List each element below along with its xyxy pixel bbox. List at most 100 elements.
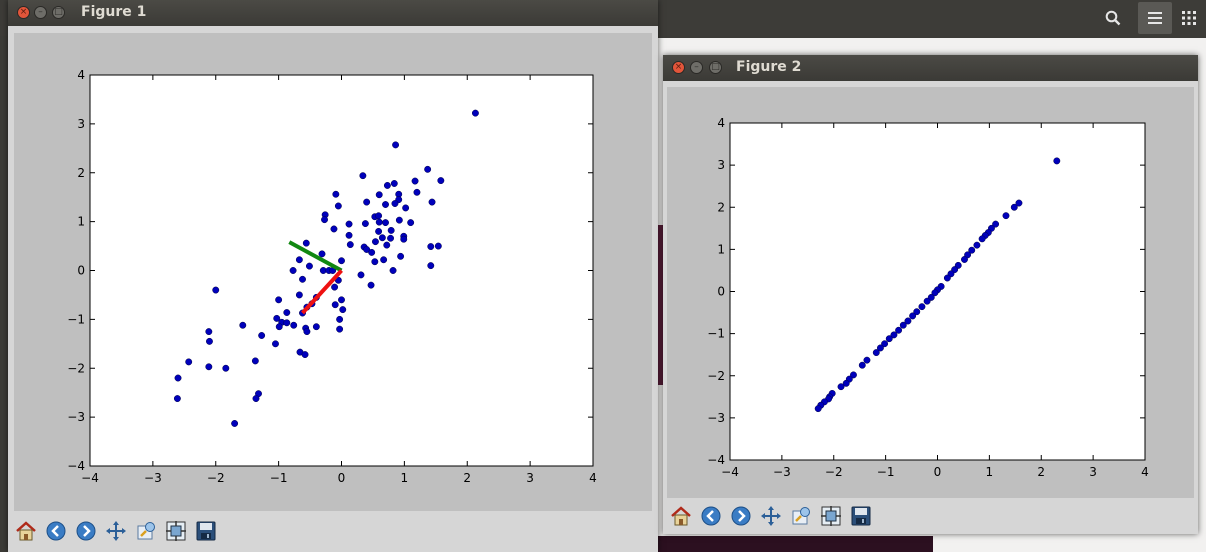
scatter-point [346, 241, 354, 249]
scatter-point [299, 275, 306, 283]
scatter-point [372, 238, 379, 246]
scatter-point [434, 242, 442, 250]
scatter-point [318, 250, 326, 258]
scatter-point [437, 177, 445, 185]
figure1-toolbar [10, 516, 656, 550]
scatter-point [359, 172, 367, 180]
maximize-icon[interactable]: □ [709, 61, 722, 74]
scatter-point [272, 340, 279, 348]
scatter-point [382, 219, 389, 227]
scatter-point [428, 198, 436, 206]
scatter-point [345, 231, 353, 239]
scatter-point [338, 296, 345, 304]
scatter-point [885, 335, 893, 343]
scatter-point [368, 248, 376, 256]
y-tick-label: −4 [67, 459, 85, 473]
y-tick-label: −2 [67, 361, 85, 375]
scatter-point [367, 281, 375, 289]
y-tick-label: −1 [67, 312, 85, 326]
subplots-button[interactable] [162, 519, 190, 547]
forward-icon [730, 505, 752, 531]
scatter-point [321, 216, 328, 224]
scatter-point [978, 235, 986, 243]
scatter-point [375, 212, 383, 220]
x-tick-label: −2 [207, 471, 225, 485]
figure2-canvas[interactable]: −4 −3 −2 −1 0 1 2 3 4 −4 −3 −2 −1 0 1 2 3 4 [667, 87, 1194, 498]
x-tick-label: −1 [877, 465, 895, 479]
apps-icon[interactable] [1172, 2, 1206, 34]
scatter-point [205, 363, 213, 371]
save-button[interactable] [192, 519, 220, 547]
y-tick-label: 3 [77, 117, 85, 131]
scatter-point [407, 219, 415, 227]
home-button[interactable] [667, 504, 695, 532]
zoom-button[interactable] [787, 504, 815, 532]
scatter-point [380, 256, 388, 264]
scatter-point [397, 252, 405, 260]
figure1-titlebar[interactable]: × – □ Figure 1 [8, 0, 658, 26]
figure2-toolbar [665, 502, 1198, 534]
x-tick-label: −3 [773, 465, 791, 479]
scatter-point [395, 216, 403, 224]
scatter-point [375, 191, 383, 199]
x-tick-label: 4 [1141, 465, 1149, 479]
scatter-point [375, 218, 383, 226]
scatter-point [371, 258, 379, 266]
forward-button[interactable] [72, 519, 100, 547]
pan-button[interactable] [102, 519, 130, 547]
scatter-point [258, 332, 266, 339]
scatter-point [389, 267, 397, 274]
scatter-point [295, 256, 303, 264]
scatter-point [336, 325, 344, 333]
scatter-point [923, 297, 931, 305]
figure1-chart: −4 −3 −2 −1 0 1 2 3 4 −4 −3 −2 −1 0 1 2 3 4 [67, 68, 597, 485]
save-icon [195, 520, 217, 546]
scatter-point [305, 262, 313, 270]
x-tick-label: 0 [338, 471, 346, 485]
y-tick-label: 0 [717, 285, 725, 299]
scatter-point [295, 291, 303, 299]
y-tick-label: 4 [77, 68, 85, 82]
y-tick-label: 0 [77, 264, 85, 278]
back-button[interactable] [697, 504, 725, 532]
home-button[interactable] [12, 519, 40, 547]
y-tick-label: 2 [77, 166, 85, 180]
pan-button[interactable] [757, 504, 785, 532]
scatter-point [275, 296, 283, 304]
back-button[interactable] [42, 519, 70, 547]
y-tick-label: 4 [717, 116, 725, 130]
minimize-icon[interactable]: – [34, 6, 47, 19]
x-tick-label: 2 [1037, 465, 1045, 479]
scatter-point [331, 283, 339, 291]
figure2-titlebar[interactable]: × – □ Figure 2 [663, 55, 1198, 81]
scatter-point [392, 141, 400, 149]
close-icon[interactable]: × [672, 61, 685, 74]
scatter-point [301, 351, 309, 359]
back-icon [45, 520, 67, 546]
pan-icon [760, 505, 782, 531]
zoom-icon [790, 505, 812, 531]
forward-button[interactable] [727, 504, 755, 532]
subplots-button[interactable] [817, 504, 845, 532]
save-button[interactable] [847, 504, 875, 532]
close-icon[interactable]: × [17, 6, 30, 19]
scatter-point [212, 286, 220, 294]
y-tick-label: 2 [717, 200, 725, 214]
search-icon[interactable] [1096, 2, 1130, 34]
minimize-icon[interactable]: – [690, 61, 703, 74]
scatter-point [837, 383, 845, 391]
maximize-icon[interactable]: □ [52, 6, 65, 19]
menu-icon[interactable] [1138, 2, 1172, 34]
y-tick-label: −3 [67, 410, 85, 424]
scatter-point [427, 243, 435, 251]
x-tick-label: 0 [934, 465, 942, 479]
zoom-button[interactable] [132, 519, 160, 547]
scatter-point [332, 190, 340, 198]
window-title: Figure 1 [81, 4, 147, 20]
scatter-point [312, 323, 320, 331]
scatter-point [387, 226, 395, 234]
x-tick-label: −4 [721, 465, 739, 479]
scatter-point [345, 220, 353, 228]
scatter-point [283, 309, 291, 316]
figure1-canvas[interactable]: −4 −3 −2 −1 0 1 2 3 4 −4 −3 −2 −1 0 1 2 3 4 [14, 33, 652, 511]
